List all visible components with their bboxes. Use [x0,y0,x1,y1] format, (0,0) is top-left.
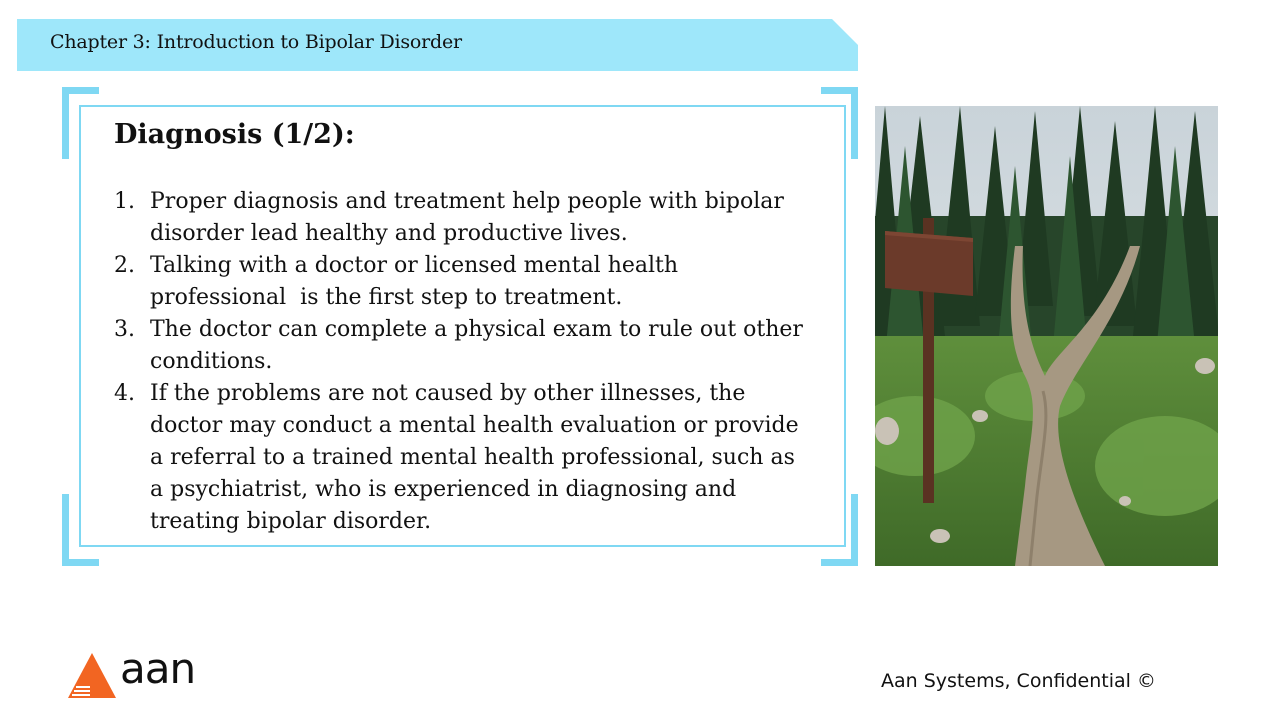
confidential-notice: Aan Systems, Confidential © [881,670,1156,692]
frame-corner-tr-v [851,87,858,159]
list-item-line: Proper diagnosis and treatment help peop… [150,189,784,214]
list-item-line: The doctor can complete a physical exam … [150,317,803,342]
list-item-line: disorder lead healthy and productive liv… [150,221,628,246]
list-item-line: doctor may conduct a mental health evalu… [150,413,799,438]
list-item-line: treating bipolar disorder. [150,509,432,534]
list-item-number: 3. [114,317,135,342]
list-item-line: conditions. [150,349,273,374]
logo-wordmark: aan [120,644,196,693]
list-item: 2. Talking with a doctor or licensed men… [114,250,814,314]
list-item-line: Talking with a doctor or licensed mental… [150,253,679,278]
forest-forked-path-photo [875,106,1218,566]
company-logo: aan [68,644,198,700]
list-item-line: a referral to a trained mental health pr… [150,445,795,470]
list-item: 3. The doctor can complete a physical ex… [114,314,814,378]
diagnosis-list: 1. Proper diagnosis and treatment help p… [114,186,814,538]
frame-corner-tl-v [62,87,69,159]
list-item-number: 1. [114,189,135,214]
frame-corner-bl-v [62,494,69,566]
list-item-line: a psychiatrist, who is experienced in di… [150,477,737,502]
list-item: 1. Proper diagnosis and treatment help p… [114,186,814,250]
list-item-number: 2. [114,253,135,278]
slide-chapter-title: Chapter 3: Introduction to Bipolar Disor… [50,31,462,53]
list-item-line: If the problems are not caused by other … [150,381,746,406]
list-item: 4. If the problems are not caused by oth… [114,378,814,538]
list-item-number: 4. [114,381,135,406]
frame-corner-br-v [851,494,858,566]
list-item-line: professional is the first step to treatm… [150,285,623,310]
content-heading: Diagnosis (1/2): [114,119,355,150]
logo-triangle-icon [68,653,116,698]
